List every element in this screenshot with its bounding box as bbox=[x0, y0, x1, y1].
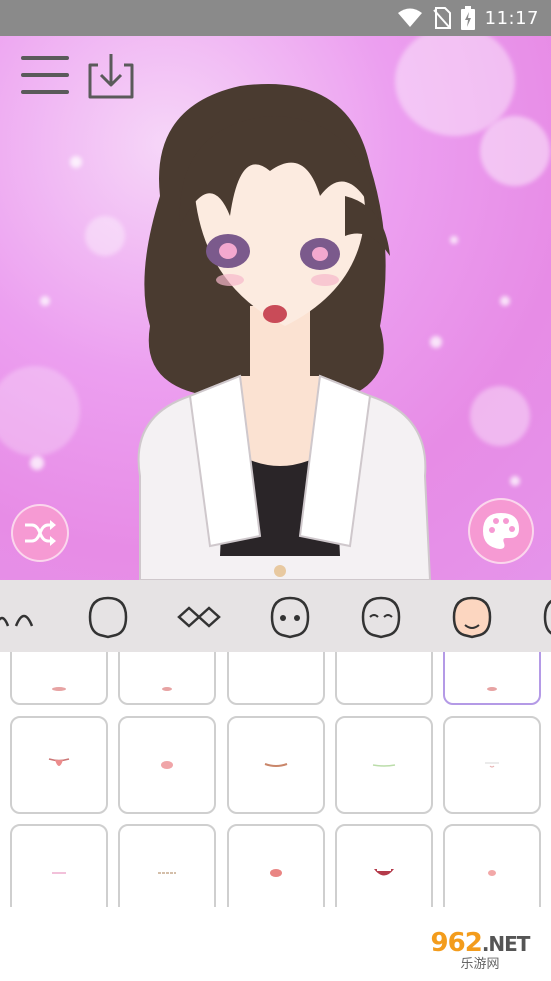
shuffle-button[interactable] bbox=[11, 504, 69, 562]
face-closed-eyes-icon bbox=[361, 596, 401, 639]
battery-charging-icon bbox=[460, 6, 475, 30]
mouth-option-r2c0[interactable] bbox=[10, 824, 108, 907]
no-sim-icon bbox=[432, 7, 451, 29]
mouth-option-r0c1[interactable] bbox=[118, 652, 216, 705]
mouth-option-r2c1[interactable] bbox=[118, 824, 216, 907]
mouth-option-r1c3[interactable] bbox=[335, 716, 433, 814]
eyes-icon bbox=[177, 606, 221, 628]
hamburger-menu-icon[interactable] bbox=[20, 54, 70, 96]
shuffle-icon bbox=[25, 520, 56, 546]
mouth-open-wide-icon bbox=[374, 869, 394, 876]
face-partial-icon bbox=[543, 599, 551, 635]
character-avatar bbox=[137, 83, 432, 580]
tab-face-eyes[interactable] bbox=[267, 594, 313, 640]
mouth-option-r2c3[interactable] bbox=[335, 824, 433, 907]
mouth-option-r2c4[interactable] bbox=[443, 824, 541, 907]
mouth-teeth-line-icon bbox=[158, 872, 176, 874]
mouth-option-r0c2[interactable] bbox=[227, 652, 325, 705]
mouth-option-r0c4[interactable] bbox=[443, 652, 541, 705]
mouth-option-r1c2[interactable] bbox=[227, 716, 325, 814]
face-eyes-icon bbox=[270, 596, 310, 639]
mouth-dot-icon bbox=[488, 870, 496, 876]
mouth-open-small-icon bbox=[270, 869, 282, 877]
mouth-option-grid bbox=[0, 652, 551, 907]
tab-eyebrows[interactable] bbox=[0, 594, 40, 640]
mouth-tongue-icon bbox=[48, 758, 70, 766]
mouth-line-icon bbox=[264, 763, 288, 767]
mouth-option-r1c4[interactable] bbox=[443, 716, 541, 814]
mouth-faint-icon bbox=[485, 762, 499, 768]
wifi-icon bbox=[397, 8, 422, 27]
character-canvas bbox=[0, 36, 551, 580]
watermark-sub: 乐游网 bbox=[460, 956, 500, 972]
mouth-pout-icon bbox=[161, 761, 173, 769]
face-mouth-icon bbox=[452, 596, 492, 639]
mouth-option-r2c2[interactable] bbox=[227, 824, 325, 907]
face-outline-icon bbox=[88, 596, 128, 639]
mouth-smile-icon bbox=[372, 764, 396, 767]
status-bar: 11:17 bbox=[0, 0, 551, 36]
status-time: 11:17 bbox=[484, 7, 539, 29]
category-tab-bar bbox=[0, 580, 551, 652]
mouth-option-r1c1[interactable] bbox=[118, 716, 216, 814]
palette-icon bbox=[483, 513, 519, 549]
watermark-logo: 962.NET bbox=[430, 927, 531, 958]
mouth-option-r0c3[interactable] bbox=[335, 652, 433, 705]
mouth-option-r1c0[interactable] bbox=[10, 716, 108, 814]
tab-face-partial[interactable] bbox=[540, 594, 551, 640]
eyebrows-icon bbox=[0, 614, 34, 627]
tab-face-shape[interactable] bbox=[85, 594, 131, 640]
tab-face-closed-eyes[interactable] bbox=[358, 594, 404, 640]
tab-eyes[interactable] bbox=[176, 594, 222, 640]
site-watermark: 962.NET 乐游网 bbox=[412, 924, 548, 978]
tab-face-mouth[interactable] bbox=[449, 594, 495, 640]
mouth-option-r0c0[interactable] bbox=[10, 652, 108, 705]
palette-button[interactable] bbox=[468, 498, 534, 564]
mouth-small-line-icon bbox=[52, 872, 66, 874]
